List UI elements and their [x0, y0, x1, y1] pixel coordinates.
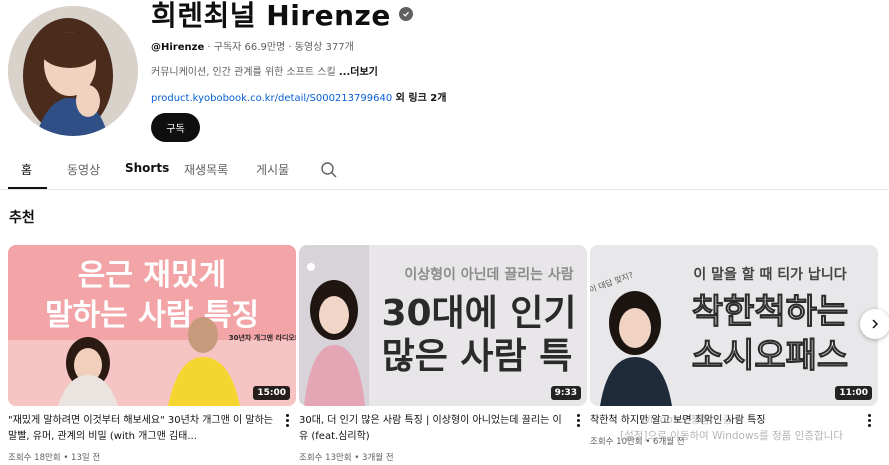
- video-duration: 11:00: [835, 386, 872, 400]
- tab-posts[interactable]: 게시물: [256, 161, 289, 178]
- thumbnail-image: 이상형이 아닌데 끌리는 사람 30대에 인기 많은 사람 특: [299, 245, 587, 406]
- channel-handle: @Hirenze: [151, 42, 205, 53]
- channel-avatar[interactable]: [8, 6, 138, 136]
- thumbnail-image: 은근 재밌게 말하는 사람 특징 30년차 개그맨 라디오DJ: [8, 245, 296, 406]
- channel-name: 희렌최널 Hirenze: [151, 0, 391, 32]
- video-title[interactable]: 30대, 더 인기 많은 사람 특징 | 이상형이 아니었는데 끌리는 이유 (…: [299, 413, 569, 445]
- video-title[interactable]: 착한척 하지만 알고 보면 최악인 사람 특징: [590, 413, 860, 429]
- video-thumbnail[interactable]: 은근 재밌게 말하는 사람 특징 30년차 개그맨 라디오DJ 15:00: [8, 245, 296, 406]
- video-card[interactable]: 이상형이 아닌데 끌리는 사람 30대에 인기 많은 사람 특 9:33 30대…: [299, 245, 587, 463]
- channel-tabs: 홈 동영상 Shorts 재생목록 게시물: [0, 155, 889, 190]
- thumb-line-1: 은근 재밌게: [78, 258, 226, 293]
- tab-videos[interactable]: 동영상: [67, 161, 100, 178]
- more-links[interactable]: 외 링크 2개: [392, 93, 447, 104]
- chevron-right-icon: [869, 315, 881, 334]
- thumb-badge: 30년차 개그맨 라디오DJ: [229, 333, 296, 342]
- video-meta: 조회수 10만회 • 6개월 전: [590, 437, 685, 447]
- active-tab-indicator: [8, 187, 47, 189]
- video-thumbnail[interactable]: 이 대답 맞지? 이 말을 할 때 티가 납니다 착한척하는 소시오패스 11:…: [590, 245, 878, 406]
- section-title: 추천: [9, 210, 35, 226]
- channel-stats: · 구독자 66.9만명 · 동영상 377개: [204, 42, 354, 53]
- verified-check-icon: [398, 7, 413, 21]
- tab-shorts[interactable]: Shorts: [125, 161, 169, 175]
- tab-playlists[interactable]: 재생목록: [184, 161, 228, 178]
- channel-description[interactable]: 커뮤니케이션, 인간 관계를 위한 소프트 스킬 ...더보기: [151, 63, 378, 78]
- video-title[interactable]: "재밌게 말하려면 이것부터 해보세요" 30년차 개그맨 이 말하는 말빨, …: [8, 413, 278, 445]
- more-vert-icon[interactable]: [864, 411, 874, 429]
- thumb-line-2: 30대에 인기: [381, 293, 576, 334]
- description-text: 커뮤니케이션, 인간 관계를 위한 소프트 스킬: [151, 67, 339, 78]
- channel-title: 희렌최널 Hirenze: [151, 0, 413, 34]
- subscribe-button[interactable]: 구독: [151, 113, 200, 142]
- video-card[interactable]: 은근 재밌게 말하는 사람 특징 30년차 개그맨 라디오DJ 15:00 "재…: [8, 245, 296, 463]
- channel-meta: @Hirenze · 구독자 66.9만명 · 동영상 377개: [151, 38, 354, 53]
- video-duration: 9:33: [550, 386, 581, 400]
- thumbnail-image: 이 대답 맞지? 이 말을 할 때 티가 납니다 착한척하는 소시오패스: [590, 245, 878, 406]
- thumb-line-3: 소시오패스: [692, 336, 848, 376]
- thumb-line-2: 착한척하는: [692, 292, 848, 332]
- video-card[interactable]: 이 대답 맞지? 이 말을 할 때 티가 납니다 착한척하는 소시오패스 11:…: [590, 245, 878, 447]
- more-vert-icon[interactable]: [282, 411, 292, 429]
- more-link[interactable]: ...더보기: [339, 67, 378, 78]
- thumb-line-3: 많은 사람 특: [382, 336, 573, 377]
- thumb-line-1: 이상형이 아닌데 끌리는 사람: [404, 266, 573, 283]
- video-duration: 15:00: [253, 386, 290, 400]
- video-meta: 조회수 13만회 • 3개월 전: [299, 453, 394, 463]
- carousel-next-button[interactable]: [860, 309, 889, 339]
- video-thumbnail[interactable]: 이상형이 아닌데 끌리는 사람 30대에 인기 많은 사람 특 9:33: [299, 245, 587, 406]
- more-vert-icon[interactable]: [573, 411, 583, 429]
- channel-links: product.kyobobook.co.kr/detail/S00021379…: [151, 89, 446, 104]
- thumb-line-1: 이 말을 할 때 티가 납니다: [693, 266, 846, 283]
- tab-home[interactable]: 홈: [21, 161, 32, 178]
- video-meta: 조회수 18만회 • 13일 전: [8, 453, 101, 463]
- search-icon[interactable]: [320, 161, 338, 179]
- thumb-line-2: 말하는 사람 특징: [45, 298, 259, 333]
- channel-link[interactable]: product.kyobobook.co.kr/detail/S00021379…: [151, 93, 392, 104]
- avatar-image: [8, 6, 138, 136]
